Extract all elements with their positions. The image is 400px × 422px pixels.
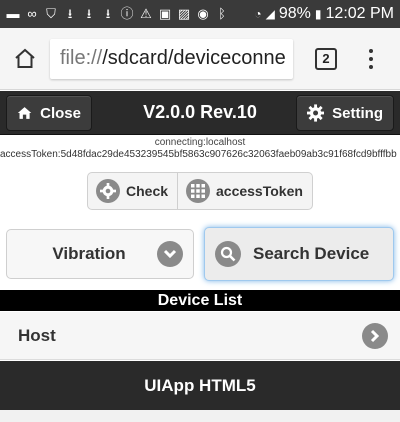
close-label: Close [40,104,81,122]
message-icon: ▬ [6,6,20,21]
signal-icon: ◢ [265,7,275,21]
search-icon [215,241,241,267]
device-list-header: Device List [0,290,400,311]
url-bar[interactable]: file:///sdcard/deviceconne [50,38,293,79]
warning-icon: ⚠ [140,6,152,21]
browser-toolbar: file:///sdcard/deviceconne 2 [0,28,400,90]
picture-icon: ▣ [158,6,172,21]
infinity-icon: ∞ [27,6,37,21]
wifi-icon: ◔ [254,7,262,21]
status-bar: ▬ ∞ ⛉ ⭳ ⭳ ⭳ ⓘ ⚠ ▣ ▨ ◉ ᛒ ◔ ◢ 98% ▮ 12:02 … [0,0,400,28]
battery-percent: 98% [278,5,311,22]
search-device-label: Search Device [253,244,370,263]
menu-dot [369,56,373,61]
home-icon [17,107,32,119]
chevron-right-icon [362,322,388,349]
chevron-down-icon [157,241,183,267]
check-button[interactable]: Check [88,173,178,209]
download-icon: ⭳ [86,6,92,21]
shield-icon: ⛉ [46,6,56,21]
access-token-button[interactable]: accessToken [178,173,312,209]
home-icon [15,48,35,68]
menu-dot [369,48,373,53]
app-header: Close V2.0.0 Rev.10 Setting [0,91,400,135]
bluetooth-icon: ᛒ [218,6,226,21]
page-bottom [0,410,400,422]
messenger-icon: ◉ [197,6,209,21]
token-control-group: Check accessToken [87,172,313,210]
download-icon: ⭳ [67,6,73,21]
device-name: Host [18,325,56,345]
download-icon: ⭳ [105,6,111,21]
grid-icon [186,179,210,203]
notification-icons: ▬ ∞ ⛉ ⭳ ⭳ ⭳ ⓘ ⚠ ▣ ▨ ◉ ᛒ [6,7,229,21]
battery-icon: ▮ [314,7,322,21]
url-path: /sdcard/deviceconne [102,47,286,69]
setting-button[interactable]: Setting [296,95,394,131]
check-label: Check [126,183,169,199]
profile-select[interactable]: Vibration [6,229,194,279]
tab-switcher-button[interactable]: 2 [315,47,337,70]
overflow-menu-button[interactable] [351,28,391,90]
search-device-button[interactable]: Search Device [204,227,394,281]
connection-status: connecting:localhost [154,137,246,148]
app-footer: UIApp HTML5 [0,361,400,410]
no-sim-icon: ▨ [177,6,191,21]
clock: 12:02 PM [325,5,394,22]
access-token-label: accessToken [216,183,303,199]
setting-label: Setting [332,104,383,122]
access-token-text: accessToken:5d48fdac29de453239545bf5863c… [0,149,397,160]
info-icon: ⓘ [120,6,134,21]
url-scheme: file:// [60,47,103,69]
close-button[interactable]: Close [6,95,92,131]
list-item[interactable]: Host [0,312,400,360]
gear-icon [96,179,120,203]
home-button[interactable] [0,28,50,90]
profile-select-value: Vibration [52,244,126,263]
menu-dot [369,64,373,69]
gear-icon [307,104,325,122]
